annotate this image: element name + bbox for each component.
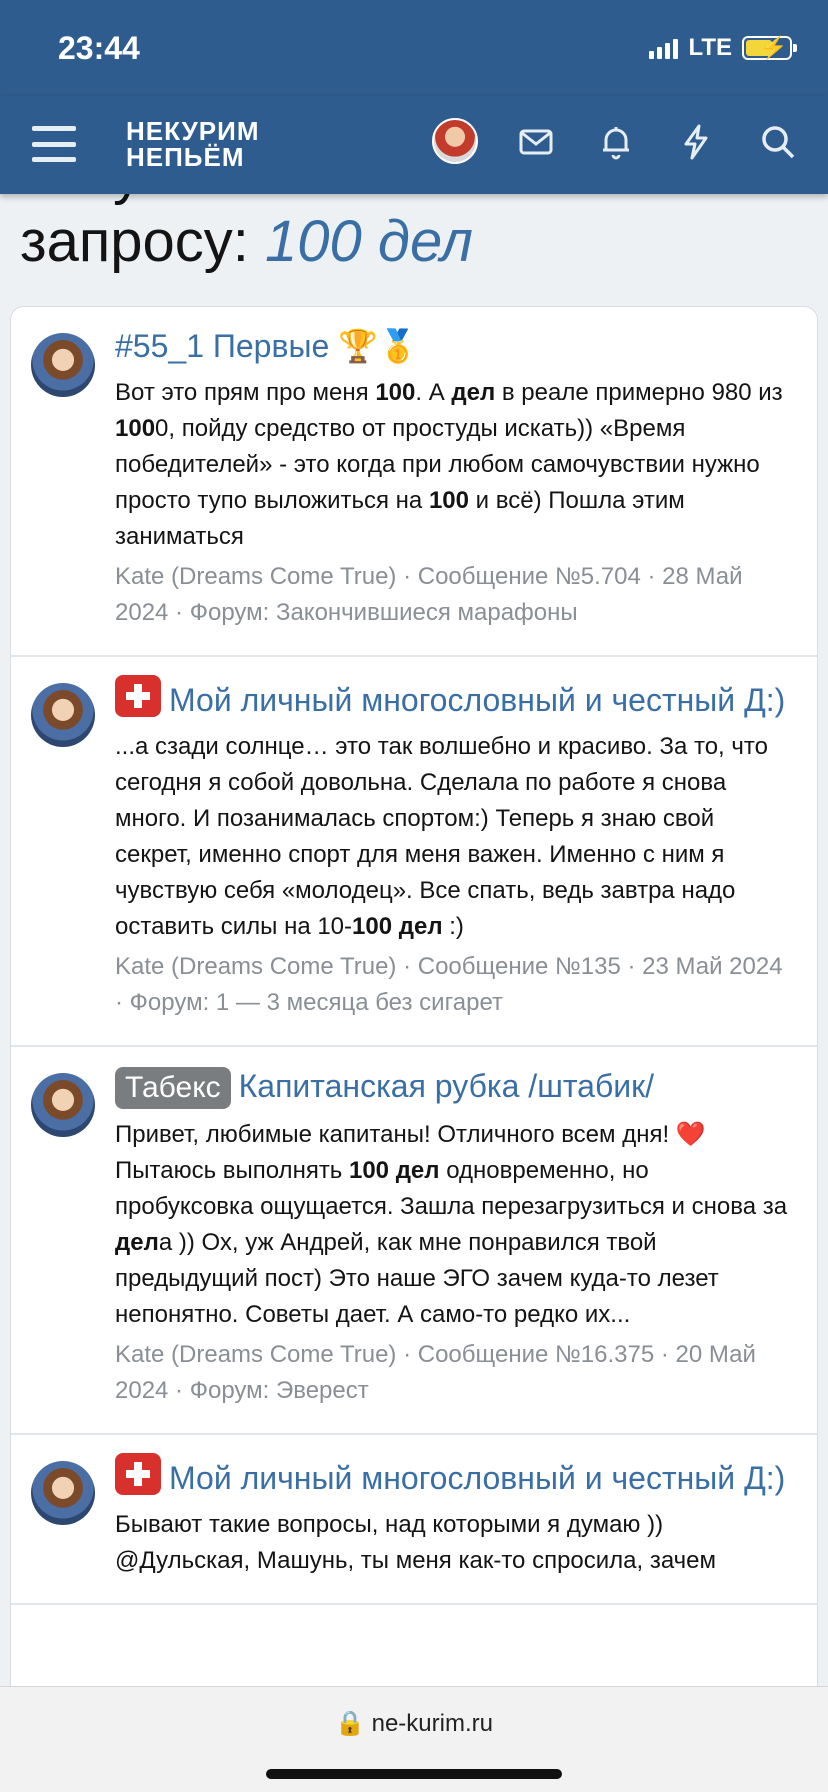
result-snippet: Привет, любимые капитаны! Отличного всем… xyxy=(115,1117,789,1333)
result-meta[interactable]: Kate (Dreams Come True) · Сообщение №16.… xyxy=(115,1337,789,1409)
snippet-text: а )) Ох, уж Андрей, как мне понравился т… xyxy=(115,1229,719,1328)
status-time: 23:44 xyxy=(58,30,140,66)
page-title-prefix: запросу: xyxy=(20,209,249,274)
inbox-icon[interactable] xyxy=(516,122,556,162)
result-title-text[interactable]: Капитанская рубка /штабик/ xyxy=(239,1068,654,1104)
result-meta[interactable]: Kate (Dreams Come True) · Сообщение №5.7… xyxy=(115,559,789,631)
logo-line-2: НЕПЬЁМ xyxy=(126,142,245,172)
highlighted-term: дел xyxy=(451,379,496,406)
result-title-text[interactable]: Мой личный многословный и честный Д:) xyxy=(169,1460,785,1496)
result-item[interactable]: Мой личный многословный и честный Д:) Быв… xyxy=(11,1435,817,1605)
status-indicators: LTE ⚡ xyxy=(649,34,797,62)
result-title-text[interactable]: Мой личный многословный и честный Д:) xyxy=(169,682,785,718)
result-meta[interactable]: Kate (Dreams Come True) · Сообщение №135… xyxy=(115,949,789,1021)
snippet-text: Вот это прям про меня xyxy=(115,379,376,406)
highlighted-term: 100 xyxy=(428,487,469,514)
author-avatar[interactable] xyxy=(31,333,95,397)
menu-icon[interactable] xyxy=(32,126,76,162)
signal-icon xyxy=(649,37,679,59)
lightning-icon[interactable] xyxy=(676,122,716,162)
result-title[interactable]: Мой личный многословный и честный Д:) xyxy=(115,1453,789,1499)
medical-cross-icon xyxy=(115,1453,161,1495)
snippet-text: Бывают такие вопросы, над которыми я дум… xyxy=(115,1511,717,1574)
search-query[interactable]: 100 дел xyxy=(265,209,473,274)
user-avatar[interactable] xyxy=(432,118,478,164)
snippet-text: :) xyxy=(442,913,464,940)
result-title-text[interactable]: #55_1 Первые xyxy=(115,328,329,364)
highlighted-term: 100 xyxy=(375,379,416,406)
highlighted-term: 100 xyxy=(115,415,156,442)
highlighted-term: 100 дел xyxy=(352,913,443,940)
snippet-text: ...а сзади солнце… это так волшебно и кр… xyxy=(115,733,768,940)
trophy-medal-icon: 🏆🥇 xyxy=(338,327,418,365)
snippet-text: в реале примерно 980 из xyxy=(495,379,783,406)
medical-cross-icon xyxy=(115,675,161,717)
result-item[interactable]: #55_1 Первые 🏆🥇 Вот это прям про меня 100… xyxy=(11,307,817,657)
result-title[interactable]: #55_1 Первые 🏆🥇 xyxy=(115,325,789,367)
address-bar[interactable]: 🔒 ne-kurim.ru xyxy=(0,1709,828,1738)
result-snippet: ...а сзади солнце… это так волшебно и кр… xyxy=(115,729,789,945)
result-title[interactable]: Мой личный многословный и честный Д:) xyxy=(115,675,789,721)
result-item[interactable]: Мой личный многословный и честный Д:)...… xyxy=(11,657,817,1047)
browser-bottom-bar: 🔒 ne-kurim.ru xyxy=(0,1686,828,1792)
search-results-list: #55_1 Первые 🏆🥇 Вот это прям про меня 100… xyxy=(10,306,818,1706)
highlighted-term: дел xyxy=(115,1229,159,1256)
result-snippet: Вот это прям про меня 100. А дел в реале… xyxy=(115,375,789,555)
highlighted-term: 100 дел xyxy=(348,1157,440,1184)
site-logo[interactable]: НЕКУРИМ НЕПЬЁМ xyxy=(126,118,260,170)
battery-icon: ⚡ xyxy=(742,35,797,60)
result-title[interactable]: Табекс Капитанская рубка /штабик/ xyxy=(115,1065,789,1109)
author-avatar[interactable] xyxy=(31,683,95,747)
result-item[interactable]: Табекс Капитанская рубка /штабик/Привет, … xyxy=(11,1047,817,1435)
url-text: ne-kurim.ru xyxy=(371,1710,493,1737)
lock-icon: 🔒 xyxy=(335,1710,365,1737)
result-snippet: Бывают такие вопросы, над которыми я дум… xyxy=(115,1507,789,1579)
bell-icon[interactable] xyxy=(596,122,636,162)
author-avatar[interactable] xyxy=(31,1073,95,1137)
logo-line-1: НЕКУРИМ xyxy=(126,116,260,146)
search-icon[interactable] xyxy=(758,122,798,162)
network-label: LTE xyxy=(688,34,732,61)
snippet-text: . А xyxy=(415,379,452,406)
top-navigation: НЕКУРИМ НЕПЬЁМ xyxy=(0,96,828,194)
prefix-badge: Табекс xyxy=(115,1067,231,1109)
author-avatar[interactable] xyxy=(31,1461,95,1525)
status-bar: 23:44 LTE ⚡ xyxy=(0,0,828,96)
home-indicator[interactable] xyxy=(266,1769,562,1779)
